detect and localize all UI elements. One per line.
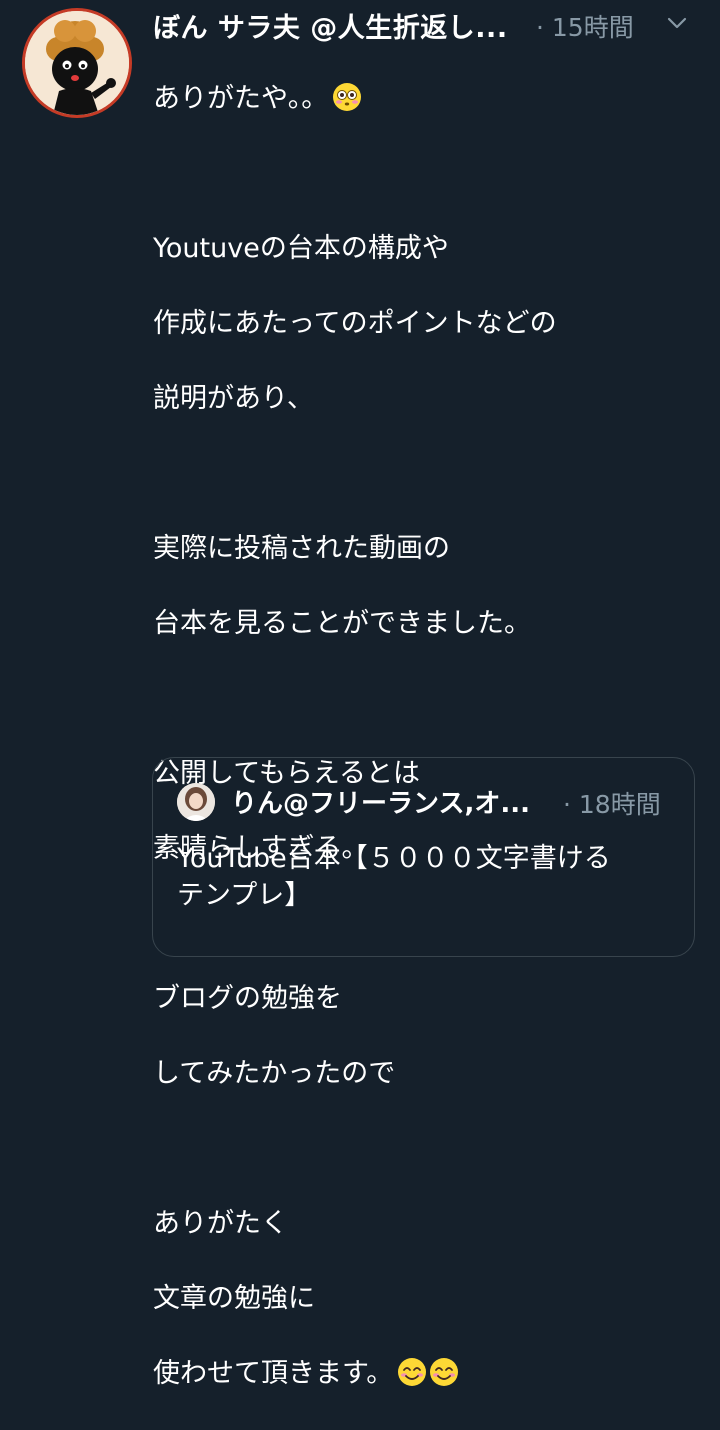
quoted-avatar[interactable] <box>177 783 215 821</box>
tweet[interactable]: ぼん サラ夫 @人生折返し... · 15時間 ありがたや。。 Youtuveの… <box>0 0 720 1389</box>
tweet-line: 説明があり、 <box>153 382 314 414</box>
tweet-line <box>153 455 693 493</box>
tweet-line: 文章の勉強に <box>153 1282 315 1314</box>
tweet-line: 作成にあたってのポイントなどの <box>153 307 557 339</box>
separator-dot: · <box>563 790 571 819</box>
timestamp[interactable]: 15時間 <box>552 13 634 42</box>
quoted-text-line: テンプレ】 <box>177 880 312 911</box>
tweet-line: してみたかったので <box>153 1057 396 1089</box>
tweet-body: ありがたや。。 Youtuveの台本の構成や 作成にあたってのポイントなどの 説… <box>153 42 693 1430</box>
tweet-line: ありがたく <box>153 1207 288 1239</box>
tweet-line <box>153 1130 693 1168</box>
quoted-text: YouTube台本【５０００文字書ける テンプレ】 <box>177 840 677 914</box>
tweet-line: Youtuveの台本の構成や <box>153 232 449 264</box>
smiling-face-emoji-icon <box>398 1357 427 1386</box>
quoted-display-name[interactable]: りん@フリーランス,オ... <box>231 783 530 820</box>
tweet-line: 使わせて頂きます。 <box>153 1355 693 1393</box>
quoted-tweet[interactable]: りん@フリーランス,オ... · 18時間 YouTube台本【５０００文字書け… <box>152 757 695 957</box>
quoted-text-line: YouTube台本【５０００文字書ける <box>177 843 611 874</box>
tweet-meta: · 15時間 <box>536 8 634 44</box>
quoted-meta: · 18時間 <box>563 785 661 821</box>
tweet-line <box>153 155 693 193</box>
separator-dot: · <box>536 13 544 42</box>
smiling-face-emoji-icon <box>430 1357 459 1386</box>
display-name[interactable]: ぼん サラ夫 @人生折返し... <box>153 6 508 45</box>
quoted-timestamp[interactable]: 18時間 <box>579 790 661 819</box>
tweet-line: ありがたや。。 <box>153 80 693 118</box>
avatar[interactable] <box>22 8 132 118</box>
flushed-face-emoji-icon <box>333 82 362 111</box>
profile-photo-icon <box>177 783 215 821</box>
tweet-header: ぼん サラ夫 @人生折返し... · 15時間 <box>153 4 698 44</box>
tweet-line <box>153 680 693 718</box>
chevron-down-icon[interactable] <box>666 12 688 34</box>
tweet-line: ブログの勉強を <box>153 982 342 1014</box>
tweet-line: 実際に投稿された動画の <box>153 532 450 564</box>
tweet-line: 台本を見ることができました。 <box>153 607 531 639</box>
cartoon-avatar-icon <box>25 11 129 115</box>
